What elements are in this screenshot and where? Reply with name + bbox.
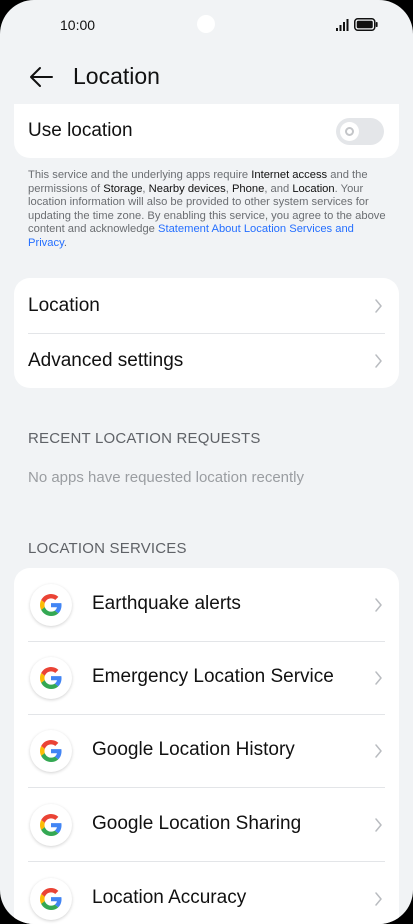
status-bar: 10:00	[0, 0, 413, 52]
menu-item-label: Advanced settings	[28, 350, 184, 371]
chevron-right-icon	[375, 598, 382, 612]
status-time: 10:00	[60, 17, 96, 33]
nearby-devices-term: Nearby devices	[148, 182, 226, 195]
chevron-right-icon	[375, 892, 382, 906]
service-label: Google Location History	[92, 739, 295, 760]
use-location-toggle[interactable]	[336, 118, 384, 145]
signal-icon	[336, 19, 349, 31]
service-label: Location Accuracy	[92, 887, 247, 908]
disclaimer-text: This service and the underlying apps req…	[28, 169, 386, 249]
location-term: Location	[292, 182, 335, 195]
menu-item-location[interactable]: Location	[14, 278, 399, 333]
use-location-label: Use location	[28, 120, 133, 141]
recent-requests-header: RECENT LOCATION REQUESTS	[28, 430, 261, 447]
location-services-card: Earthquake alerts Emergency Location Ser…	[14, 568, 399, 924]
camera-cutout	[197, 15, 215, 33]
service-google-location-history[interactable]: Google Location History	[14, 714, 399, 787]
chevron-right-icon	[375, 299, 382, 313]
menu-item-label: Location	[28, 295, 100, 316]
menu-item-advanced-settings[interactable]: Advanced settings	[14, 333, 399, 388]
chevron-right-icon	[375, 354, 382, 368]
internet-access-term: Internet access	[251, 169, 328, 181]
service-label: Google Location Sharing	[92, 813, 302, 834]
chevron-right-icon	[375, 818, 382, 832]
page-title: Location	[73, 63, 160, 89]
screen: 10:00 Location Use location This service…	[0, 0, 413, 924]
header: Location	[0, 52, 413, 104]
battery-icon	[354, 18, 378, 31]
storage-term: Storage	[103, 182, 143, 195]
chevron-right-icon	[375, 744, 382, 758]
service-google-location-sharing[interactable]: Google Location Sharing	[14, 788, 399, 861]
google-g-icon	[30, 878, 72, 920]
toggle-knob	[340, 122, 359, 141]
phone-term: Phone	[231, 182, 265, 195]
service-label: Earthquake alerts	[92, 593, 241, 614]
recent-requests-empty: No apps have requested location recently	[28, 469, 305, 486]
google-g-icon	[30, 657, 72, 699]
back-arrow-icon[interactable]	[28, 64, 54, 90]
location-menu-card: Location Advanced settings	[14, 278, 399, 388]
location-services-header: LOCATION SERVICES	[28, 540, 187, 557]
service-label: Emergency Location Service	[92, 666, 334, 687]
google-g-icon	[30, 804, 72, 846]
service-emergency-location[interactable]: Emergency Location Service	[14, 641, 399, 714]
google-g-icon	[30, 730, 72, 772]
google-g-icon	[30, 584, 72, 626]
service-earthquake-alerts[interactable]: Earthquake alerts	[14, 568, 399, 641]
use-location-row[interactable]: Use location	[14, 104, 399, 158]
chevron-right-icon	[375, 671, 382, 685]
service-location-accuracy[interactable]: Location Accuracy	[14, 862, 399, 924]
